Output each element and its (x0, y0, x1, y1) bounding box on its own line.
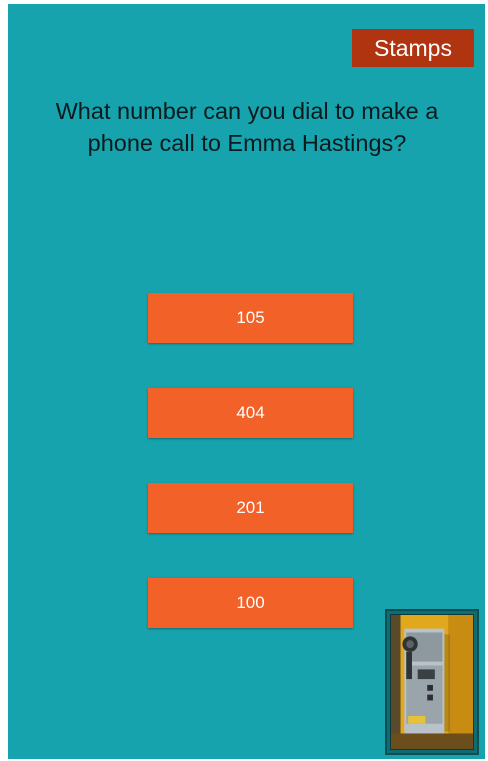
answer-button[interactable]: 100 (148, 578, 353, 628)
photo-thumbnail[interactable] (385, 609, 479, 755)
answer-button[interactable]: 201 (148, 483, 353, 533)
game-screen: Stamps What number can you dial to make … (8, 4, 485, 759)
stamps-button[interactable]: Stamps (352, 29, 474, 67)
answer-button[interactable]: 404 (148, 388, 353, 438)
payphone-image (391, 615, 473, 749)
answer-button[interactable]: 105 (148, 293, 353, 343)
payphone-photo (390, 614, 474, 750)
question-text: What number can you dial to make a phone… (55, 98, 439, 156)
